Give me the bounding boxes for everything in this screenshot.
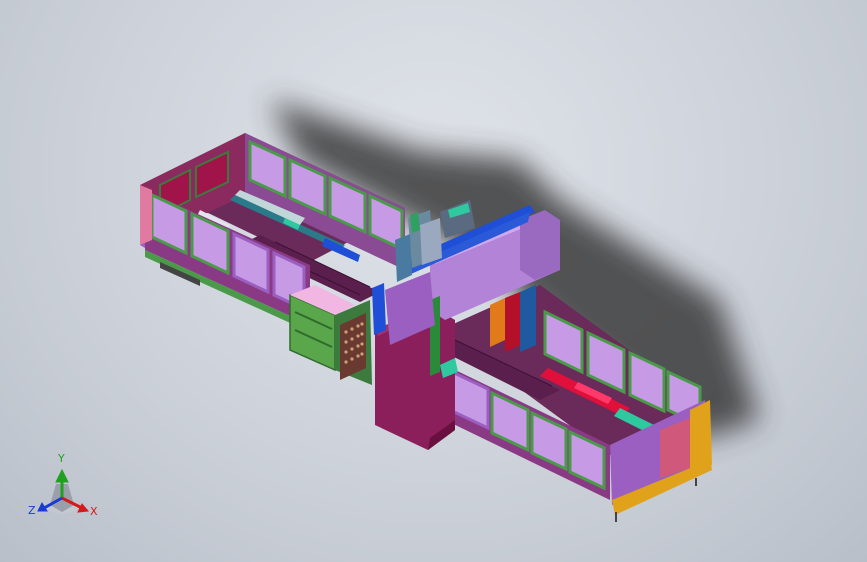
x-axis-label: X bbox=[90, 505, 98, 518]
y-axis-label: Y bbox=[57, 452, 65, 465]
machine-model-view[interactable]: Y X Z bbox=[0, 0, 867, 562]
z-axis-label: Z bbox=[28, 504, 36, 517]
y-axis-arrow-head bbox=[55, 468, 69, 483]
view-triad[interactable]: Y X Z bbox=[28, 452, 98, 518]
cad-viewport[interactable]: Y X Z bbox=[0, 0, 867, 562]
